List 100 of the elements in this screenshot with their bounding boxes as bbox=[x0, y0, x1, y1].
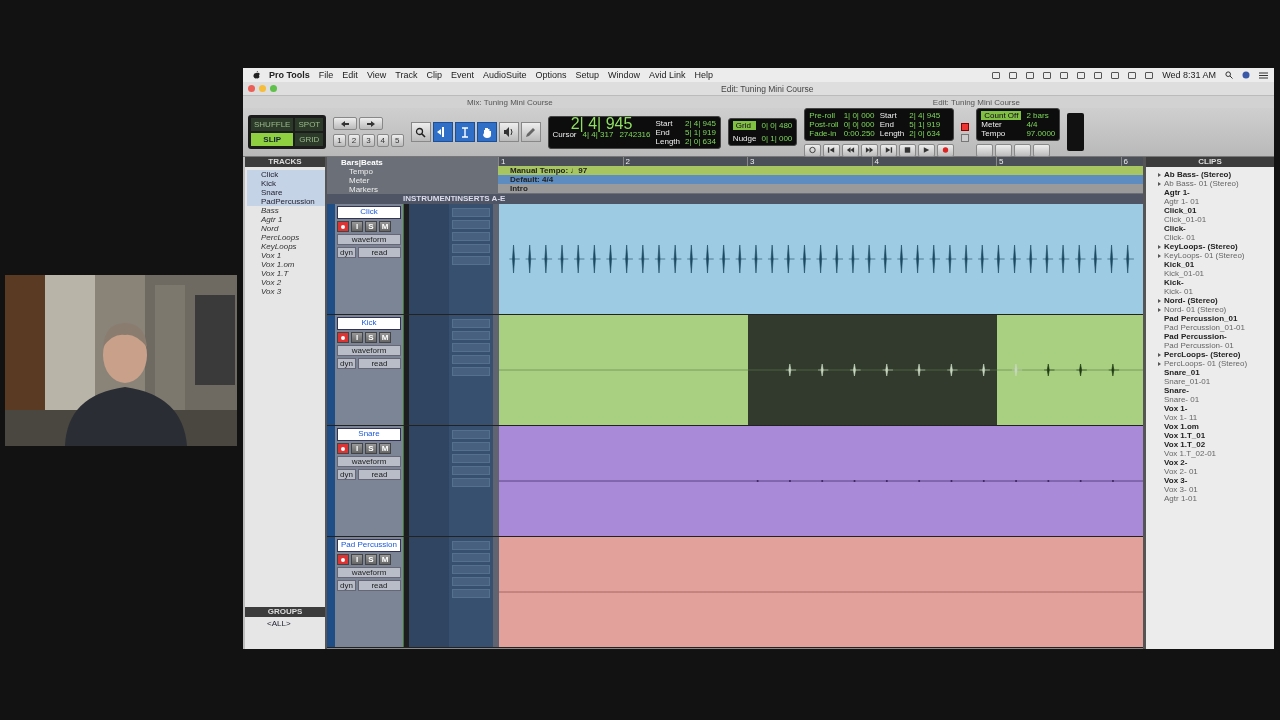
tool-button[interactable] bbox=[432, 122, 453, 142]
menu-item[interactable]: Help bbox=[694, 70, 713, 80]
clip-list-item[interactable]: Snare_01 bbox=[1150, 368, 1274, 377]
clip-list-item[interactable]: KeyLoops- 01 (Stereo) bbox=[1150, 251, 1274, 260]
clip-list-item[interactable]: Pad Percussion_01-01 bbox=[1150, 323, 1274, 332]
clip-list-item[interactable]: Pad Percussion- bbox=[1150, 332, 1274, 341]
disclosure-icon[interactable] bbox=[1158, 307, 1161, 312]
track-name-field[interactable]: Kick bbox=[337, 317, 401, 330]
midi-button[interactable] bbox=[995, 143, 1013, 157]
clip-region[interactable] bbox=[499, 204, 624, 314]
automation-dropdown[interactable]: read bbox=[357, 469, 401, 480]
tool-button[interactable] bbox=[454, 122, 475, 142]
elastic-audio-button[interactable]: dyn bbox=[337, 580, 356, 591]
input-monitor-button[interactable]: I bbox=[351, 332, 363, 343]
track-list-item[interactable]: Vox 1.T bbox=[247, 269, 325, 278]
disclosure-icon[interactable] bbox=[1158, 298, 1161, 303]
transport-button[interactable] bbox=[861, 143, 879, 157]
transport-button[interactable] bbox=[918, 143, 936, 157]
clip-region[interactable] bbox=[499, 315, 624, 425]
menu-item[interactable]: Setup bbox=[575, 70, 600, 80]
mute-button[interactable]: M bbox=[379, 221, 391, 232]
menu-item[interactable]: Event bbox=[450, 70, 474, 80]
elastic-audio-button[interactable]: dyn bbox=[337, 469, 356, 480]
track-list-item[interactable]: KeyLoops bbox=[247, 242, 325, 251]
clip-region[interactable] bbox=[499, 426, 624, 536]
clip-list-item[interactable]: Agtr 1- 01 bbox=[1150, 197, 1274, 206]
disclosure-icon[interactable] bbox=[1158, 172, 1161, 177]
mute-button[interactable]: M bbox=[379, 332, 391, 343]
disclosure-icon[interactable] bbox=[1158, 253, 1161, 258]
zoom-preset-button[interactable]: 4 bbox=[376, 134, 390, 147]
zoom-preset-button[interactable]: 2 bbox=[347, 134, 361, 147]
view-dropdown[interactable]: waveform bbox=[337, 345, 401, 356]
menu-item[interactable]: Avid Link bbox=[649, 70, 686, 80]
clip-list-item[interactable]: Kick- 01 bbox=[1150, 287, 1274, 296]
clip-list-item[interactable]: Ab Bass- (Stereo) bbox=[1150, 170, 1274, 179]
midi-button[interactable] bbox=[1014, 143, 1032, 157]
zoom-preset-button[interactable]: 5 bbox=[391, 134, 404, 147]
elastic-audio-button[interactable]: dyn bbox=[337, 358, 356, 369]
disclosure-icon[interactable] bbox=[1158, 352, 1161, 357]
disclosure-icon[interactable] bbox=[1158, 361, 1161, 366]
close-button[interactable] bbox=[248, 85, 255, 92]
clip-list-item[interactable]: Snare- bbox=[1150, 386, 1274, 395]
menu-item[interactable]: Clip bbox=[426, 70, 442, 80]
group-item[interactable]: <ALL> bbox=[245, 617, 325, 649]
solo-button[interactable]: S bbox=[365, 443, 377, 454]
transport-button[interactable] bbox=[804, 143, 822, 157]
clip-list-item[interactable]: Pad Percussion_01 bbox=[1150, 314, 1274, 323]
solo-button[interactable]: S bbox=[365, 221, 377, 232]
clip-list-item[interactable]: Vox 1.T_01 bbox=[1150, 431, 1274, 440]
clip-list-item[interactable]: Vox 2- bbox=[1150, 458, 1274, 467]
mute-button[interactable]: M bbox=[379, 443, 391, 454]
disclosure-icon[interactable] bbox=[1158, 244, 1161, 249]
track-name-field[interactable]: Snare bbox=[337, 428, 401, 441]
view-dropdown[interactable]: waveform bbox=[337, 234, 401, 245]
automation-dropdown[interactable]: read bbox=[357, 247, 401, 258]
clip-list-item[interactable]: Click- 01 bbox=[1150, 233, 1274, 242]
search-icon[interactable] bbox=[1225, 71, 1233, 79]
zoom-preset-button[interactable]: 3 bbox=[362, 134, 375, 147]
track-list-item[interactable]: Nord bbox=[247, 224, 325, 233]
menu-item[interactable]: Window bbox=[608, 70, 641, 80]
clip-list-item[interactable]: KeyLoops- (Stereo) bbox=[1150, 242, 1274, 251]
mode-button[interactable]: SPOT bbox=[295, 118, 324, 131]
count-off-label[interactable]: Count Off bbox=[981, 110, 1022, 120]
automation-dropdown[interactable]: read bbox=[357, 580, 401, 591]
menu-item[interactable]: File bbox=[318, 70, 334, 80]
transport-button[interactable] bbox=[899, 143, 917, 157]
zoom-in-button[interactable] bbox=[359, 117, 384, 130]
clip-region[interactable] bbox=[499, 537, 624, 647]
record-enable-button[interactable] bbox=[337, 221, 349, 232]
clip-list-item[interactable]: Vox 3- 01 bbox=[1150, 485, 1274, 494]
clip-list-item[interactable]: Pad Percussion- 01 bbox=[1150, 341, 1274, 350]
clip-list-item[interactable]: Click_01-01 bbox=[1150, 215, 1274, 224]
view-dropdown[interactable]: waveform bbox=[337, 456, 401, 467]
scrollbar[interactable] bbox=[327, 648, 1143, 649]
clip-list-item[interactable]: PercLoops- 01 (Stereo) bbox=[1150, 359, 1274, 368]
clip-list-item[interactable]: Vox 1.T_02-01 bbox=[1150, 449, 1274, 458]
track-list-item[interactable]: Vox 1.om bbox=[247, 260, 325, 269]
transport-button[interactable] bbox=[842, 143, 860, 157]
clip-list-item[interactable]: Click_01 bbox=[1150, 206, 1274, 215]
solo-button[interactable]: S bbox=[365, 332, 377, 343]
circle-icon[interactable] bbox=[1242, 71, 1250, 79]
clip-region[interactable] bbox=[997, 315, 1122, 425]
menu-item[interactable]: AudioSuite bbox=[482, 70, 527, 80]
clip-list-item[interactable]: Click- bbox=[1150, 224, 1274, 233]
menu-item[interactable]: View bbox=[366, 70, 387, 80]
record-enable-button[interactable] bbox=[337, 332, 349, 343]
clip-list-item[interactable]: Kick_01 bbox=[1150, 260, 1274, 269]
clip-list-item[interactable]: Nord- (Stereo) bbox=[1150, 296, 1274, 305]
view-dropdown[interactable]: waveform bbox=[337, 567, 401, 578]
zoom-button[interactable] bbox=[270, 85, 277, 92]
record-enable-button[interactable] bbox=[337, 554, 349, 565]
track-list-item[interactable]: Bass bbox=[247, 206, 325, 215]
nudge-value[interactable]: 0| 1| 000 bbox=[761, 134, 793, 143]
mode-button[interactable]: SHUFFLE bbox=[251, 118, 294, 131]
clip-list-item[interactable]: Kick_01-01 bbox=[1150, 269, 1274, 278]
list-icon[interactable] bbox=[1259, 71, 1268, 79]
zoom-preset-button[interactable]: 1 bbox=[333, 134, 346, 147]
track-list-item[interactable]: Agtr 1 bbox=[247, 215, 325, 224]
clip-region[interactable] bbox=[623, 315, 748, 425]
track-list-item[interactable]: Snare bbox=[247, 188, 325, 197]
